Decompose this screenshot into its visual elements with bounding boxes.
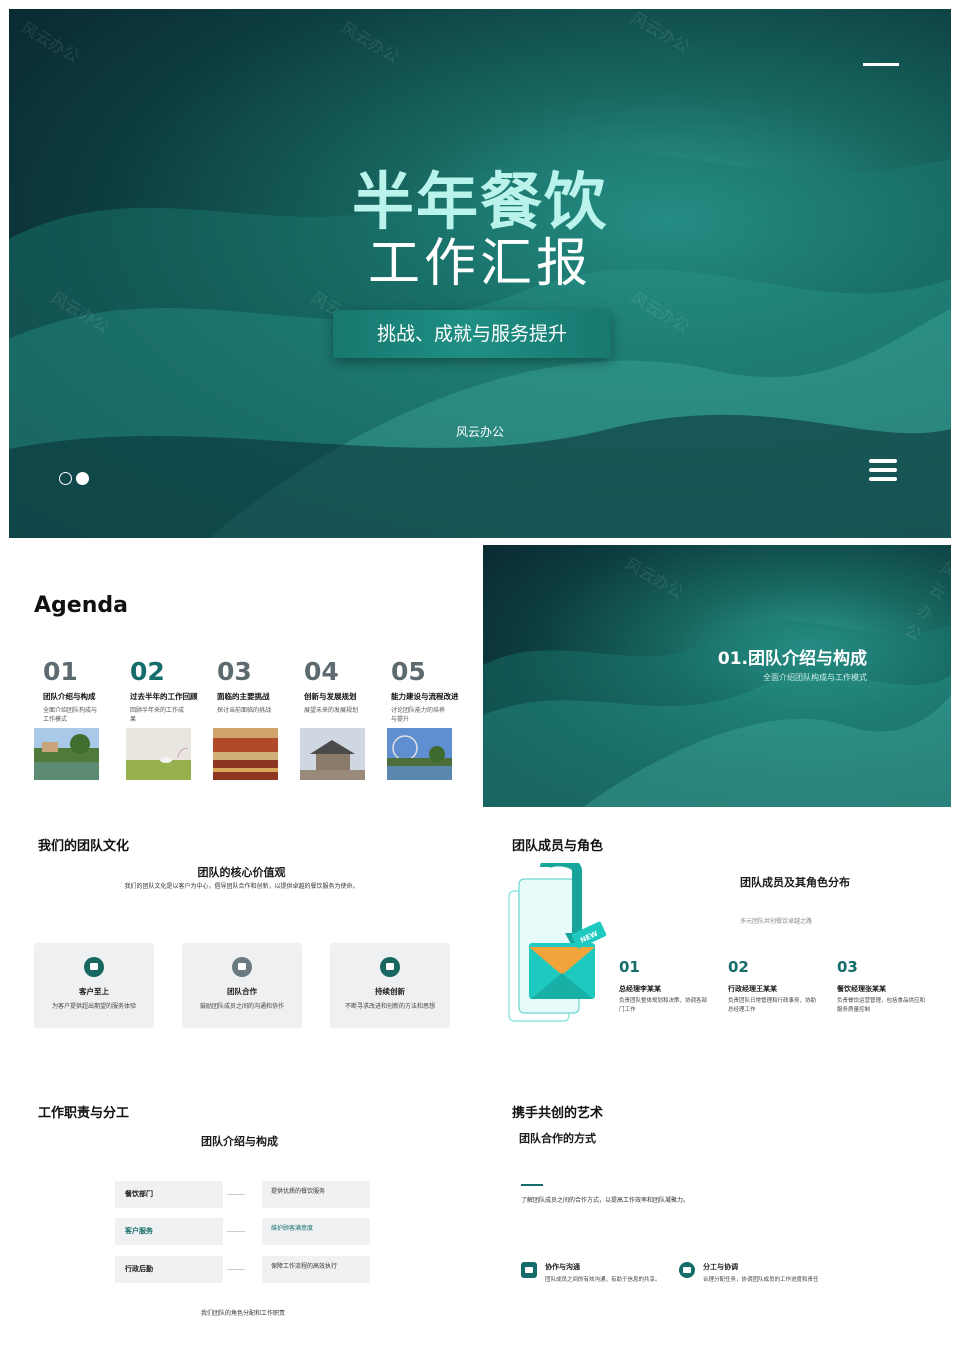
card-desc: 鼓励团队成员之间的沟通和协作: [199, 1003, 284, 1010]
value-card: 客户至上 为客户提供超出期望的服务体验: [34, 943, 154, 1028]
agenda-desc: 全面介绍团队构成与工作模式: [43, 707, 98, 723]
mail-icon: [232, 957, 252, 977]
value-card: 持续创新 不断寻求改进和创新的方法和思想: [330, 943, 450, 1028]
cover-brand: 风云办公: [455, 425, 504, 439]
culture-desc: 我们的团队文化是以客户为中心，倡导团队合作和创新，以提供卓越的餐饮服务为使命。: [124, 883, 359, 890]
member-name: 总经理李某某: [619, 985, 661, 993]
dept-label: 客户服务: [115, 1218, 223, 1245]
dept-label: 餐饮部门: [115, 1181, 223, 1208]
card-title: 持续创新: [375, 987, 405, 996]
member-num: 03: [837, 958, 858, 976]
dot-icon[interactable]: [59, 472, 72, 485]
members-slide: 团队成员与角色 NEW 团队成员及其角色分布 多元团队共创餐饮卓越之路 01 总…: [483, 818, 951, 1080]
members-section-title: 团队成员与角色: [512, 839, 604, 854]
agenda-head: 创新与发展规划: [304, 692, 357, 701]
member-desc: 负责餐饮运营管理，包括食品供应和服务质量控制: [837, 998, 926, 1013]
member-desc: 负责团队整体规划和决策，协调各部门工作: [619, 998, 708, 1013]
agenda-num: 01: [43, 657, 78, 686]
collab-item-desc: 团队成员之间的有效沟通，有助于信息的共享。: [545, 1277, 661, 1283]
culture-slide: 我们的团队文化 团队的核心价值观 我们的团队文化是以客户为中心，倡导团队合作和创…: [9, 818, 474, 1080]
agenda-item[interactable]: 01 团队介绍与构成 全面介绍团队构成与工作模式: [43, 657, 123, 724]
member-name: 行政经理王某某: [728, 985, 777, 993]
agenda-head: 过去半年的工作回顾: [130, 692, 198, 701]
section-subtitle: 全面介绍团队构成与工作模式: [763, 673, 867, 682]
collab-item-desc: 合理分配任务，协调团队成员的工作进度和责任: [703, 1277, 819, 1283]
photo-temple: [300, 728, 365, 780]
mail-icon: [380, 957, 400, 977]
duty-text: 提供优质的餐饮服务: [262, 1181, 370, 1208]
value-card: 团队合作 鼓励团队成员之间的沟通和协作: [182, 943, 302, 1028]
mail-icon: [84, 957, 104, 977]
member-item: 01 总经理李某某 负责团队整体规划和决策，协调各部门工作: [619, 958, 709, 1015]
collab-item-title: 分工与协调: [703, 1263, 738, 1271]
duty-text: 维护顾客满意度: [262, 1218, 370, 1245]
card-title: 客户至上: [79, 987, 109, 996]
agenda-slide: Agenda 01 团队介绍与构成 全面介绍团队构成与工作模式 02 过去半年的…: [9, 545, 474, 807]
agenda-title: Agenda: [34, 593, 128, 618]
cover-slide: 风云办公 风云办公 风云办公 风云办公 风云办公 风云办公 半年餐饮 工作汇报 …: [9, 9, 951, 538]
agenda-desc: 讨论团队能力的培养与提升: [391, 707, 446, 723]
envelope-illustration: NEW: [508, 863, 607, 1022]
menu-icon[interactable]: [869, 459, 897, 486]
collab-desc: 了解团队成员之间的合作方式，以提高工作效率和团队凝聚力。: [521, 1197, 690, 1204]
dot-icon[interactable]: [76, 472, 89, 485]
agenda-item[interactable]: 05 能力建设与流程改进 讨论团队能力的培养与提升: [391, 657, 471, 724]
card-title: 团队合作: [227, 987, 257, 996]
slide-dots[interactable]: [59, 468, 93, 487]
members-desc: 多元团队共创餐饮卓越之路: [740, 918, 813, 925]
duties-footer: 我们团队的角色分配和工作职责: [201, 1310, 286, 1317]
agenda-num: 05: [391, 657, 426, 686]
agenda-head: 面临的主要挑战: [217, 692, 270, 701]
card-desc: 为客户提供超出期望的服务体验: [51, 1003, 136, 1010]
member-num: 01: [619, 958, 640, 976]
agenda-num: 04: [304, 657, 339, 686]
duties-slide: 工作职责与分工 团队介绍与构成 餐饮部门 提供优质的餐饮服务 客户服务 维护顾客…: [9, 1090, 474, 1352]
agenda-num: 03: [217, 657, 252, 686]
member-num: 02: [728, 958, 749, 976]
member-name: 餐饮经理张某某: [837, 985, 886, 993]
collab-slide: 携手共创的艺术 团队合作的方式 了解团队成员之间的合作方式，以提高工作效率和团队…: [483, 1090, 951, 1352]
members-heading: 团队成员及其角色分布: [740, 876, 850, 889]
photo-lake-village: [34, 728, 99, 780]
dept-label: 行政后勤: [115, 1256, 223, 1283]
arrow-icon: [227, 1231, 245, 1232]
arrow-icon: [227, 1194, 245, 1195]
collab-heading: 团队合作的方式: [519, 1132, 596, 1145]
culture-heading: 团队的核心价值观: [197, 866, 286, 879]
location-icon: [679, 1262, 695, 1278]
agenda-num: 02: [130, 657, 165, 686]
cover-title-line2: 工作汇报: [367, 234, 592, 294]
member-desc: 负责团队日常管理和行政事务，协助总经理工作: [728, 998, 817, 1013]
card-desc: 不断寻求改进和创新的方法和思想: [344, 1003, 435, 1010]
agenda-desc: 回顾半年来的工作成果: [130, 707, 185, 723]
agenda-head: 团队介绍与构成: [43, 692, 96, 701]
agenda-head: 能力建设与流程改进: [391, 692, 459, 701]
wave-background: [483, 620, 951, 807]
member-item: 03 餐饮经理张某某 负责餐饮运营管理，包括食品供应和服务质量控制: [837, 958, 927, 1015]
duties-heading: 团队介绍与构成: [201, 1135, 278, 1148]
agenda-item[interactable]: 04 创新与发展规划 展望未来的发展规划: [304, 657, 384, 715]
agenda-item[interactable]: 02 过去半年的工作回顾 回顾半年来的工作成果: [130, 657, 210, 724]
member-item: 02 行政经理王某某 负责团队日常管理和行政事务，协助总经理工作: [728, 958, 818, 1015]
culture-section-title: 我们的团队文化: [38, 839, 130, 854]
accent-line: [521, 1184, 543, 1186]
progress-bar: [863, 63, 899, 66]
duties-section-title: 工作职责与分工: [38, 1106, 130, 1121]
cover-subtitle: 挑战、成就与服务提升: [333, 310, 611, 358]
photo-palace: [213, 728, 278, 780]
section-slide: 风云办公 风云办公 01.团队介绍与构成 全面介绍团队构成与工作模式: [483, 545, 951, 807]
agenda-desc: 展望未来的发展规划: [304, 707, 359, 714]
arrow-icon: [227, 1269, 245, 1270]
collab-section-title: 携手共创的艺术: [512, 1106, 604, 1121]
section-title: 01.团队介绍与构成: [717, 649, 867, 669]
collab-item-title: 协作与沟通: [545, 1263, 580, 1271]
photo-grassland: [126, 728, 191, 780]
agenda-item[interactable]: 03 面临的主要挑战 探讨当前面临的挑战: [217, 657, 297, 715]
photo-ferris-wheel: [387, 728, 452, 780]
chat-icon: [521, 1262, 537, 1278]
agenda-desc: 探讨当前面临的挑战: [217, 707, 272, 714]
duty-text: 保障工作流程的高效执行: [262, 1256, 370, 1283]
